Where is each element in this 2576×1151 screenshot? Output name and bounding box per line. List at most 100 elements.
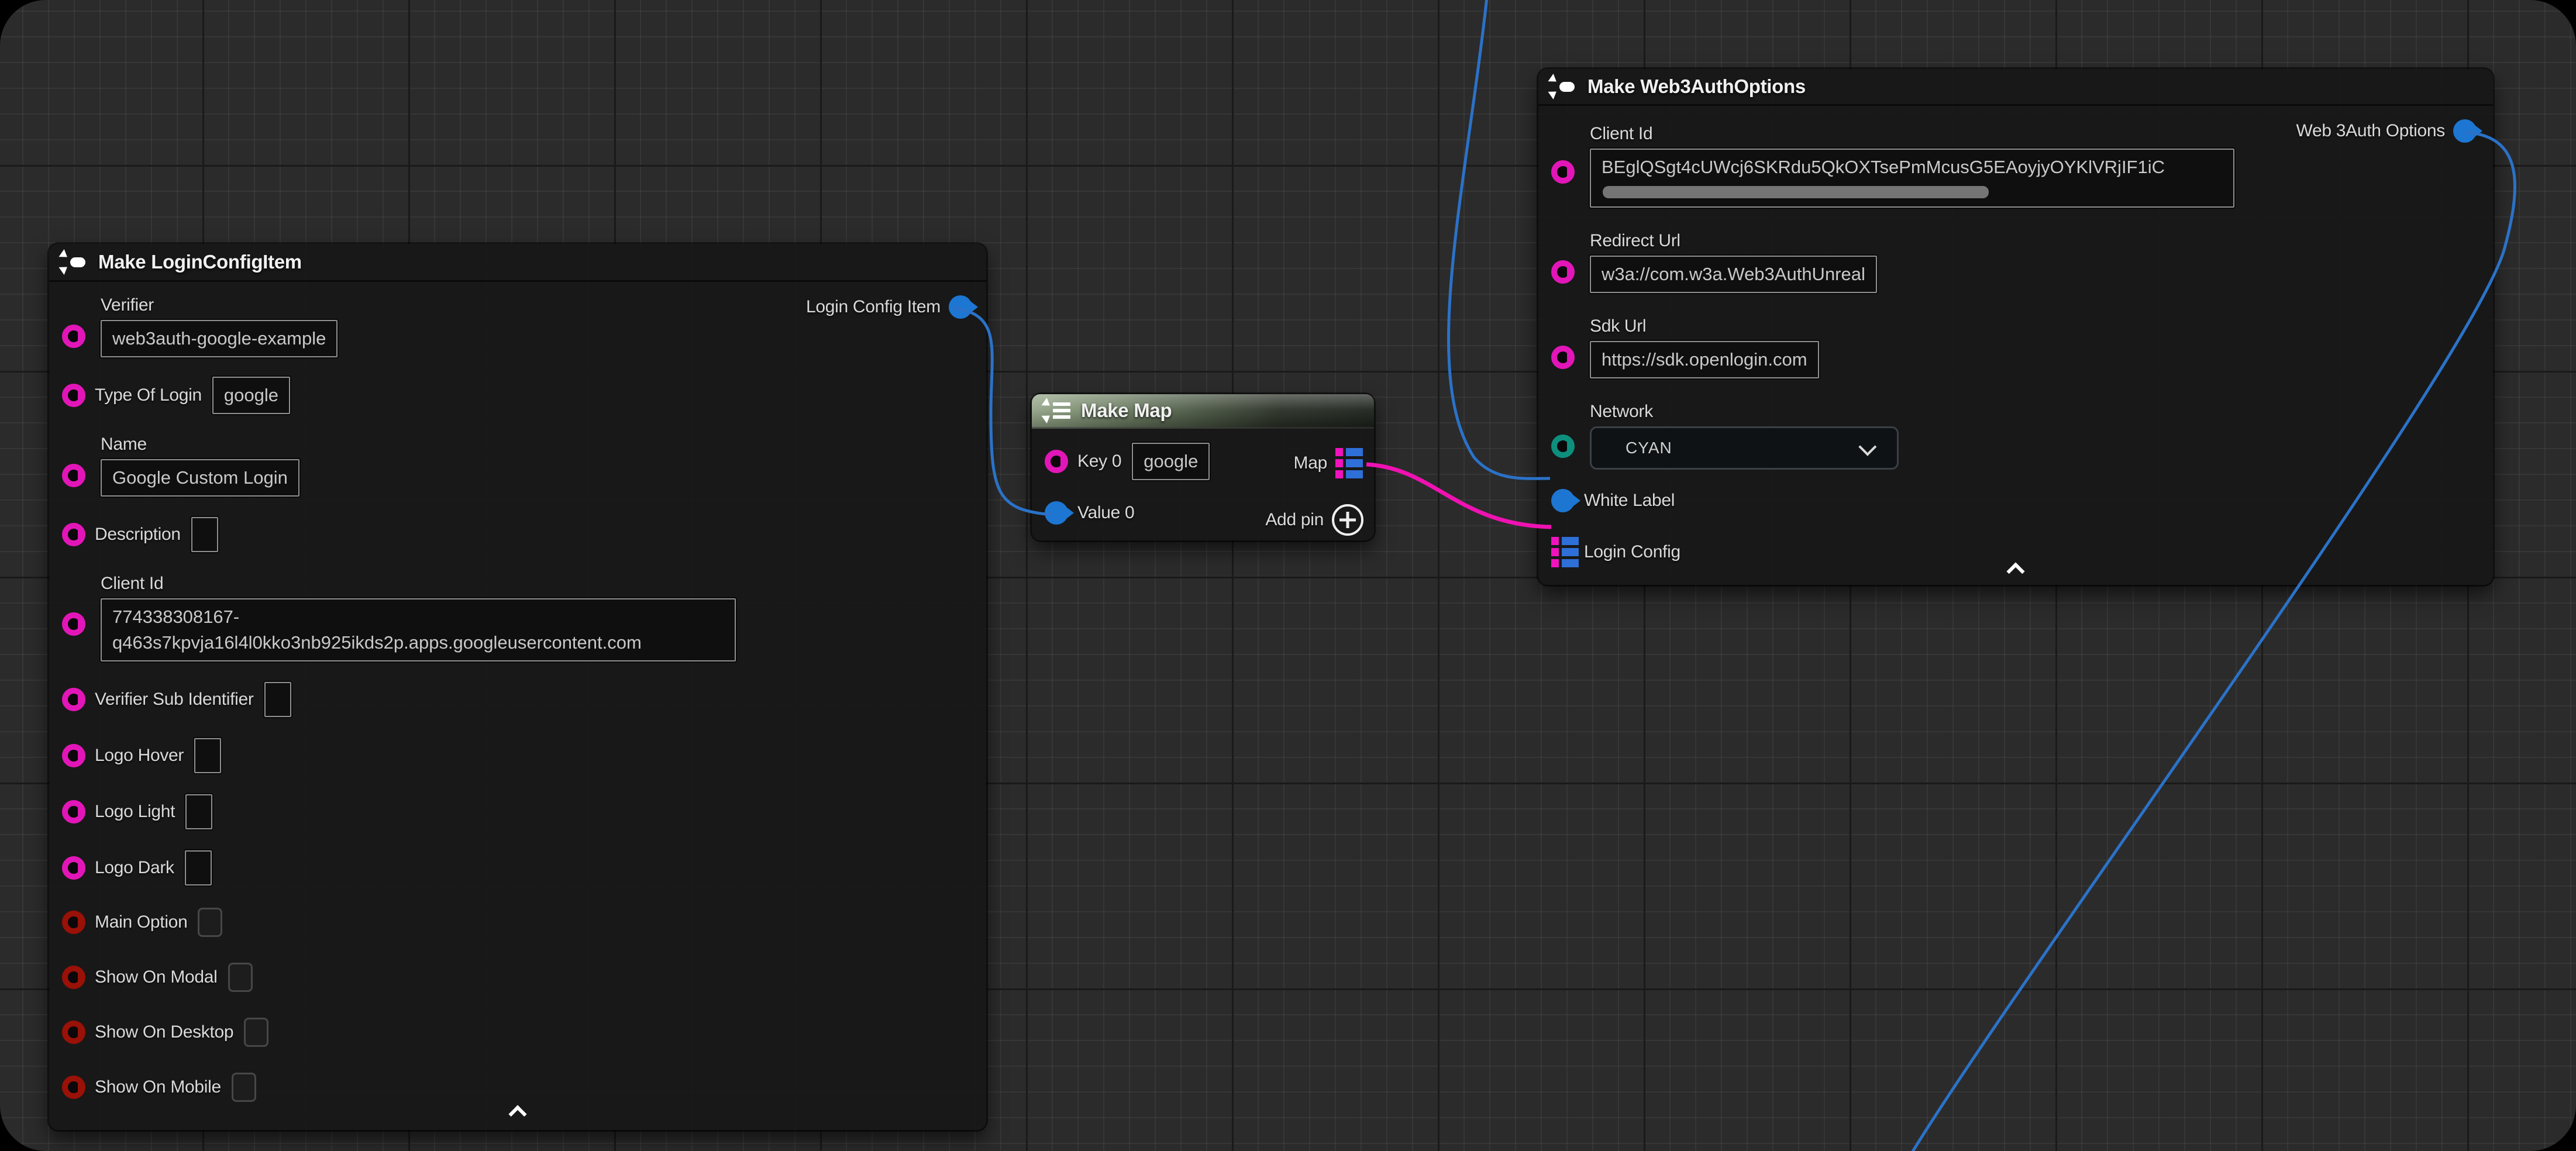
string-pin-icon[interactable] [62,688,85,711]
bool-pin-icon[interactable] [62,1021,85,1044]
pin-row-main-option: Main Option [49,907,986,938]
pin-label: Show On Modal [95,967,218,987]
text-field-description[interactable] [191,517,218,552]
text-field-logo-hover[interactable] [194,738,221,773]
make-map-icon [1044,398,1072,423]
pin-label: Web 3Auth Options [2296,121,2446,141]
text-field-name[interactable]: Google Custom Login [101,459,299,497]
pin-row-show-on-desktop: Show On Desktop [49,1017,986,1047]
pin-label: Type Of Login [95,385,202,405]
node-make-web3authoptions[interactable]: Make Web3AuthOptions Client Id BEglQSgt4c… [1538,69,2493,585]
pin-label: Show On Mobile [95,1077,221,1097]
checkbox-main-option[interactable] [198,908,222,937]
checkbox-show-on-mobile[interactable] [232,1073,256,1102]
checkbox-show-on-desktop[interactable] [244,1018,268,1047]
pin-label: Logo Dark [95,858,174,878]
bool-pin-icon[interactable] [62,1076,85,1099]
pin-label: Client Id [101,574,736,594]
string-pin-icon[interactable] [1551,160,1575,184]
pin-label: Show On Desktop [95,1022,233,1042]
bool-pin-icon[interactable] [62,911,85,934]
string-pin-icon[interactable] [62,856,85,880]
make-struct-icon [61,249,89,275]
blueprint-canvas[interactable]: Make LoginConfigItem Verifier web3auth-go… [0,0,2576,1151]
text-field-logo-dark[interactable] [185,850,212,885]
text-field-type-of-login[interactable]: google [212,377,290,414]
blueprint-editor: Make LoginConfigItem Verifier web3auth-go… [0,0,2576,1151]
add-pin-icon[interactable] [1332,504,1363,536]
node-header[interactable]: Make Map [1032,394,1374,429]
pin-row-verifier-sub-identifier: Verifier Sub Identifier [49,683,986,716]
string-pin-icon[interactable] [62,744,85,767]
pin-label: Key 0 [1077,452,1121,471]
pin-row-show-on-modal: Show On Modal [49,962,986,993]
make-struct-icon [1550,74,1578,99]
pin-label: Logo Hover [95,746,184,766]
node-title: Make Web3AuthOptions [1587,75,1806,98]
text-field-verifier[interactable]: web3auth-google-example [101,320,338,357]
pin-label: Client Id [1590,124,2234,144]
string-pin-icon[interactable] [62,612,85,636]
pin-label: Description [95,525,181,545]
collapse-node-chevron-icon[interactable] [2007,564,2024,574]
collapse-node-chevron-icon[interactable] [509,1107,526,1117]
pin-label: Value 0 [1077,503,1134,523]
output-row-web-3auth-options: Web 3Auth Options [2296,119,2477,143]
struct-pin-icon[interactable] [949,295,972,319]
pin-label: Verifier [101,295,338,315]
output-row-map: Map [1294,448,1365,478]
node-header[interactable]: Make LoginConfigItem [49,244,986,282]
bool-pin-icon[interactable] [62,966,85,989]
text-field-client-id[interactable]: 774338308167-q463s7kpvja16l4l0kko3nb925i… [101,598,736,661]
text-field-redirect-url[interactable]: w3a://com.w3a.Web3AuthUnreal [1590,256,1877,293]
horizontal-scrollbar[interactable] [1603,186,1989,198]
map-pin-icon[interactable] [1551,537,1580,567]
pin-label: Add pin [1265,510,1324,530]
node-make-loginconfigitem[interactable]: Make LoginConfigItem Verifier web3auth-go… [49,244,986,1130]
struct-pin-icon[interactable] [1551,489,1575,512]
string-pin-icon[interactable] [62,384,85,407]
pin-row-logo-light: Logo Light [49,795,986,829]
string-pin-icon[interactable] [62,325,85,348]
pin-row-redirect-url: Redirect Urlw3a://com.w3a.Web3AuthUnreal [1538,231,2493,293]
pin-label: Network [1590,402,1899,422]
enum-pin-icon[interactable] [1551,435,1575,458]
pin-label: Sdk Url [1590,316,1819,336]
node-header[interactable]: Make Web3AuthOptions [1538,69,2493,106]
wire-top-to-whitelabel [1449,0,1550,478]
pin-label: Logo Light [95,802,175,822]
text-field-logo-light[interactable] [185,794,212,829]
string-pin-icon[interactable] [1551,346,1575,369]
pin-row-logo-dark: Logo Dark [49,851,986,885]
wire-map-to-loginconfig [1366,464,1551,527]
node-title: Make LoginConfigItem [98,251,302,273]
text-field-key-0[interactable]: google [1132,443,1210,480]
pin-row-network: Network CYAN [1538,402,2493,470]
text-field-verifier-sub-identifier[interactable] [264,682,291,717]
struct-pin-icon[interactable] [1045,501,1068,525]
chevron-down-icon [1858,438,1876,456]
pin-row-type-of-login: Type Of Login google [49,378,986,412]
string-pin-icon[interactable] [62,800,85,823]
node-make-map[interactable]: Make Map Key 0 google Value 0 Map Add pin [1032,394,1374,540]
network-dropdown[interactable]: CYAN [1590,426,1899,470]
pin-row-description: Description [49,518,986,552]
pin-row-name: Name Google Custom Login [49,435,986,497]
checkbox-show-on-modal[interactable] [228,963,253,992]
text-field-client-id[interactable]: BEglQSgt4cUWcj6SKRdu5QkOXTsePmMcusG5EAoy… [1590,149,2234,208]
output-row-login-config-item: Login Config Item [806,295,972,319]
string-pin-icon[interactable] [62,464,85,487]
pin-label: Name [101,435,299,454]
output-row-add-pin: Add pin [1265,504,1363,536]
pin-label: Main Option [95,912,187,932]
pin-label: Map [1294,453,1327,473]
string-pin-icon[interactable] [1045,450,1068,473]
string-pin-icon[interactable] [62,523,85,546]
pin-label: Login Config Item [806,297,941,317]
map-pin-icon[interactable] [1335,448,1365,478]
pin-label: Login Config [1584,542,1680,562]
text-field-sdk-url[interactable]: https://sdk.openlogin.com [1590,341,1819,378]
struct-pin-icon[interactable] [2453,119,2477,143]
string-pin-icon[interactable] [1551,260,1575,284]
pin-row-sdk-url: Sdk Url https://sdk.openlogin.com [1538,316,2493,378]
